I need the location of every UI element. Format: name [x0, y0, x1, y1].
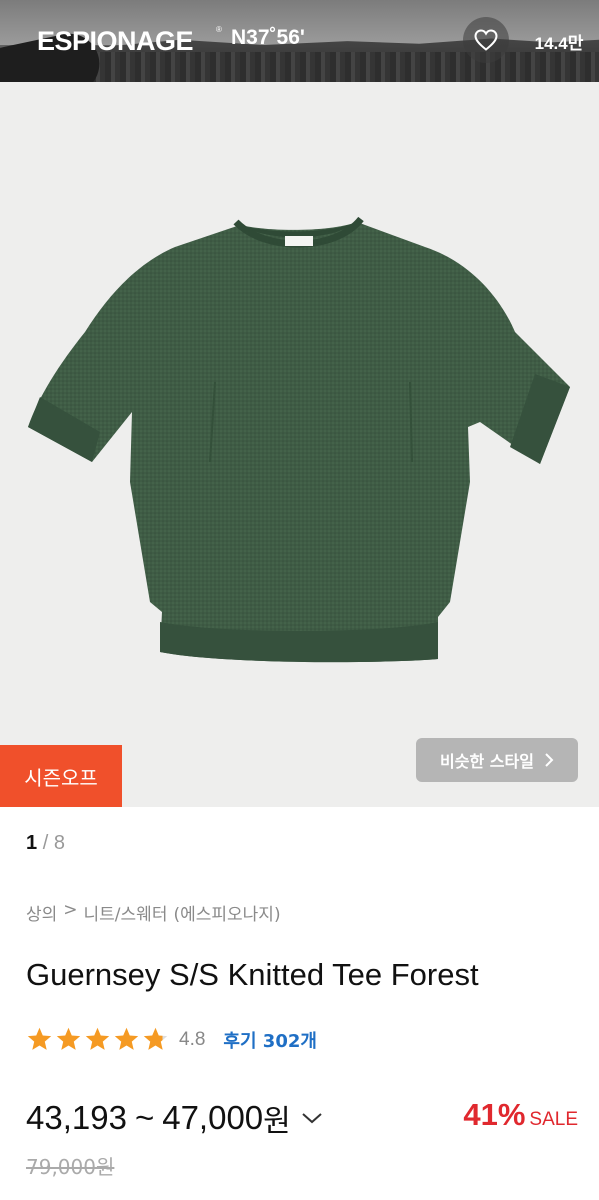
star-icon	[85, 1027, 110, 1050]
product-image[interactable]: 시즌오프 비슷한 스타일	[0, 82, 599, 807]
similar-style-label: 비슷한 스타일	[440, 752, 534, 771]
star-icon	[114, 1027, 139, 1050]
star-icon	[56, 1027, 81, 1050]
breadcrumb-subcategory[interactable]: 니트/스웨터	[84, 900, 168, 925]
rating-value: 4.8	[179, 1028, 206, 1050]
season-off-badge: 시즌오프	[0, 745, 122, 807]
price-unit: 원	[263, 1104, 291, 1139]
price-row[interactable]: 43,193 ~ 47,000 원	[26, 1096, 323, 1140]
breadcrumb-category[interactable]: 상의	[26, 900, 57, 925]
discount: 41% SALE	[463, 1097, 578, 1133]
breadcrumb: 상의 > 니트/스웨터 (에스피오나지)	[26, 900, 281, 925]
similar-style-button[interactable]: 비슷한 스타일	[416, 738, 578, 782]
chevron-right-icon	[545, 753, 554, 767]
rating-stars	[26, 1026, 169, 1053]
like-button[interactable]	[463, 17, 509, 63]
pagination-separator: /	[42, 832, 49, 854]
breadcrumb-separator: >	[63, 900, 78, 920]
review-count-link[interactable]: 후기 302개	[223, 1027, 317, 1053]
knitted-tee-image	[28, 216, 570, 663]
brand-registered-mark: ®	[216, 25, 222, 34]
chevron-down-icon[interactable]	[301, 1111, 323, 1125]
product-title: Guernsey S/S Knitted Tee Forest	[26, 957, 479, 992]
sale-label: SALE	[529, 1109, 578, 1130]
price-max: 47,000	[162, 1099, 264, 1136]
pagination-total: 8	[53, 832, 65, 854]
original-price: 79,000원	[26, 1155, 115, 1179]
image-pagination: 1 / 8	[26, 832, 65, 855]
price-separator: ~	[134, 1099, 155, 1136]
price-min: 43,193	[26, 1099, 127, 1136]
heart-outline-icon	[474, 29, 498, 51]
star-icon	[27, 1027, 52, 1050]
breadcrumb-brand[interactable]: (에스피오나지)	[173, 900, 280, 925]
like-count: 14.4만	[534, 34, 584, 53]
rating-row: 4.8 후기 302개	[26, 1026, 317, 1053]
star-icon	[143, 1027, 168, 1050]
pagination-current: 1	[26, 832, 38, 854]
discount-rate: 41%	[463, 1097, 526, 1132]
brand-banner[interactable]: ESPIONAGE ® N37˚56' 14.4만	[0, 0, 599, 82]
brand-logo: ESPIONAGE	[37, 26, 194, 56]
brand-sub-logo: N37˚56'	[231, 26, 305, 49]
